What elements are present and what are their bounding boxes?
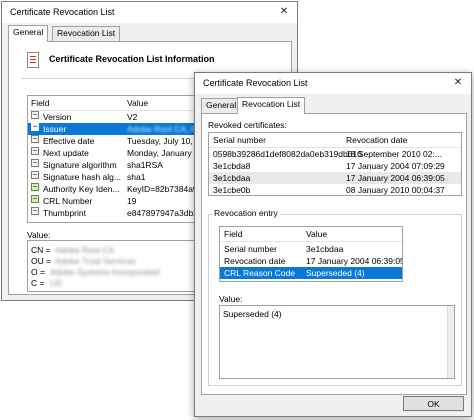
crl-revocation-window: Certificate Revocation List ✕ General Re… <box>194 72 472 417</box>
window-title: Certificate Revocation List <box>203 78 308 88</box>
field-icon <box>31 171 39 179</box>
value-line: C = US <box>28 277 206 289</box>
field-name: Next update <box>43 148 89 158</box>
entry-value: Superseded (4) <box>306 268 365 278</box>
entry-list-header: Field Value <box>220 227 402 242</box>
field-row-signature-hash[interactable]: Signature hash alg... sha1 <box>28 171 206 183</box>
field-row-thumbprint[interactable]: Thumbprint e847897947a3db26 <box>28 207 206 219</box>
list-header: Serial number Revocation date <box>209 133 461 148</box>
field-value: e847897947a3db26 <box>127 208 203 218</box>
ok-button[interactable]: OK <box>403 396 464 411</box>
value-textbox[interactable]: CN = Adobe Root CA OU = Adobe Trust Serv… <box>27 240 207 292</box>
cert-row-selected[interactable]: 3e1cbdaa 17 January 2004 06:39:05 <box>209 172 461 184</box>
field-row-effective-date[interactable]: Effective date Tuesday, July 10, 2 <box>28 135 206 147</box>
entry-field: CRL Reason Code <box>224 268 296 278</box>
cert-serial: 0598b39286d1def8082da0eb319db610 <box>213 149 362 159</box>
cert-date: 17 January 2004 06:39:05 <box>346 173 445 183</box>
cert-date: 08 January 2010 00:04:37 <box>346 185 445 195</box>
field-value: Monday, January 9, <box>127 148 202 158</box>
extension-icon <box>31 183 39 191</box>
entry-list[interactable]: Field Value Serial number 3e1cbdaa Revoc… <box>219 226 403 282</box>
field-value: sha1 <box>127 172 146 182</box>
column-field[interactable]: Field <box>224 229 242 239</box>
window-title: Certificate Revocation List <box>10 7 115 17</box>
field-value: sha1RSA <box>127 160 163 170</box>
close-icon[interactable]: ✕ <box>271 2 297 23</box>
value-text: US <box>50 278 62 288</box>
field-row-authority-key[interactable]: Authority Key Iden... KeyID=82b7384a93 <box>28 183 206 195</box>
entry-row-date[interactable]: Revocation date 17 January 2004 06:39:05 <box>220 255 402 267</box>
entry-field: Revocation date <box>224 256 286 266</box>
column-value[interactable]: Value <box>127 98 148 108</box>
field-name: Signature algorithm <box>43 160 117 170</box>
cert-date: 17 January 2004 07:09:29 <box>346 161 445 171</box>
field-list[interactable]: Field Value Version V2 Issuer Adobe Root… <box>27 95 207 223</box>
tab-revocation-list[interactable]: Revocation List <box>52 26 121 41</box>
cert-date: 18 September 2010 02:... <box>346 149 442 159</box>
field-row-version[interactable]: Version V2 <box>28 111 206 123</box>
extension-icon <box>31 195 39 203</box>
field-value: Tuesday, July 10, 2 <box>127 136 200 146</box>
field-icon <box>31 123 39 131</box>
field-name: CRL Number <box>43 196 93 206</box>
field-value: V2 <box>127 112 138 122</box>
entry-row-reason-code[interactable]: CRL Reason Code Superseded (4) <box>220 267 402 279</box>
close-icon[interactable]: ✕ <box>445 73 471 94</box>
field-icon <box>31 147 39 155</box>
entry-value-text: Superseded (4) <box>223 309 282 319</box>
field-value: 19 <box>127 196 137 206</box>
field-row-next-update[interactable]: Next update Monday, January 9, <box>28 147 206 159</box>
crl-document-icon <box>27 52 39 68</box>
cert-serial: 3e1cbdaa <box>213 173 251 183</box>
cert-serial: 3e1cbe0b <box>213 185 251 195</box>
revocation-entry-label: Revocation entry <box>212 208 280 218</box>
entry-field: Serial number <box>224 244 277 254</box>
column-value[interactable]: Value <box>306 229 327 239</box>
field-row-issuer[interactable]: Issuer Adobe Root CA, Adob <box>28 123 206 135</box>
field-name: Signature hash alg... <box>43 172 121 182</box>
field-list-header: Field Value <box>28 96 206 111</box>
column-revocation-date[interactable]: Revocation date <box>346 135 407 145</box>
field-icon <box>31 207 39 215</box>
scrollbar[interactable] <box>447 306 454 378</box>
field-name: Thumbprint <box>43 208 86 218</box>
field-row-crl-number[interactable]: CRL Number 19 <box>28 195 206 207</box>
entry-value-label: Value: <box>219 294 243 304</box>
cert-row[interactable]: 0598b39286d1def8082da0eb319db610 18 Sept… <box>209 148 461 160</box>
entry-value: 17 January 2004 06:39:05 <box>306 256 403 266</box>
revocation-panel: Revoked certificates: Serial number Revo… <box>201 113 467 395</box>
value-label: Value: <box>27 230 51 240</box>
tab-general[interactable]: General <box>201 98 242 113</box>
revoked-certificates-label: Revoked certificates: <box>208 120 287 130</box>
field-name: Version <box>43 112 72 122</box>
tab-general[interactable]: General <box>8 25 49 42</box>
field-name: Issuer <box>43 124 67 134</box>
cert-row[interactable]: 3e1cbe0b 08 January 2010 00:04:37 <box>209 184 461 195</box>
tab-revocation-list[interactable]: Revocation List <box>237 97 306 114</box>
value-key: C = <box>31 278 45 288</box>
entry-value: 3e1cbdaa <box>306 244 344 254</box>
field-icon <box>31 135 39 143</box>
entry-value-textbox[interactable]: Superseded (4) <box>219 305 455 379</box>
cert-serial: 3e1cbda8 <box>213 161 251 171</box>
revoked-certificates-list[interactable]: Serial number Revocation date 0598b39286… <box>208 132 462 196</box>
title-bar: Certificate Revocation List ✕ <box>2 2 297 23</box>
cert-row[interactable]: 3e1cbda8 17 January 2004 07:09:29 <box>209 160 461 172</box>
field-name: Authority Key Iden... <box>43 184 120 194</box>
field-value: KeyID=82b7384a93 <box>127 184 203 194</box>
field-row-signature-algorithm[interactable]: Signature algorithm sha1RSA <box>28 159 206 171</box>
entry-row-serial[interactable]: Serial number 3e1cbdaa <box>220 243 402 255</box>
field-icon <box>31 111 39 119</box>
header-title: Certificate Revocation List Information <box>49 54 215 64</box>
title-bar: Certificate Revocation List ✕ <box>195 73 471 94</box>
field-icon <box>31 159 39 167</box>
field-name: Effective date <box>43 136 95 146</box>
column-serial-number[interactable]: Serial number <box>213 135 266 145</box>
column-field[interactable]: Field <box>31 98 49 108</box>
